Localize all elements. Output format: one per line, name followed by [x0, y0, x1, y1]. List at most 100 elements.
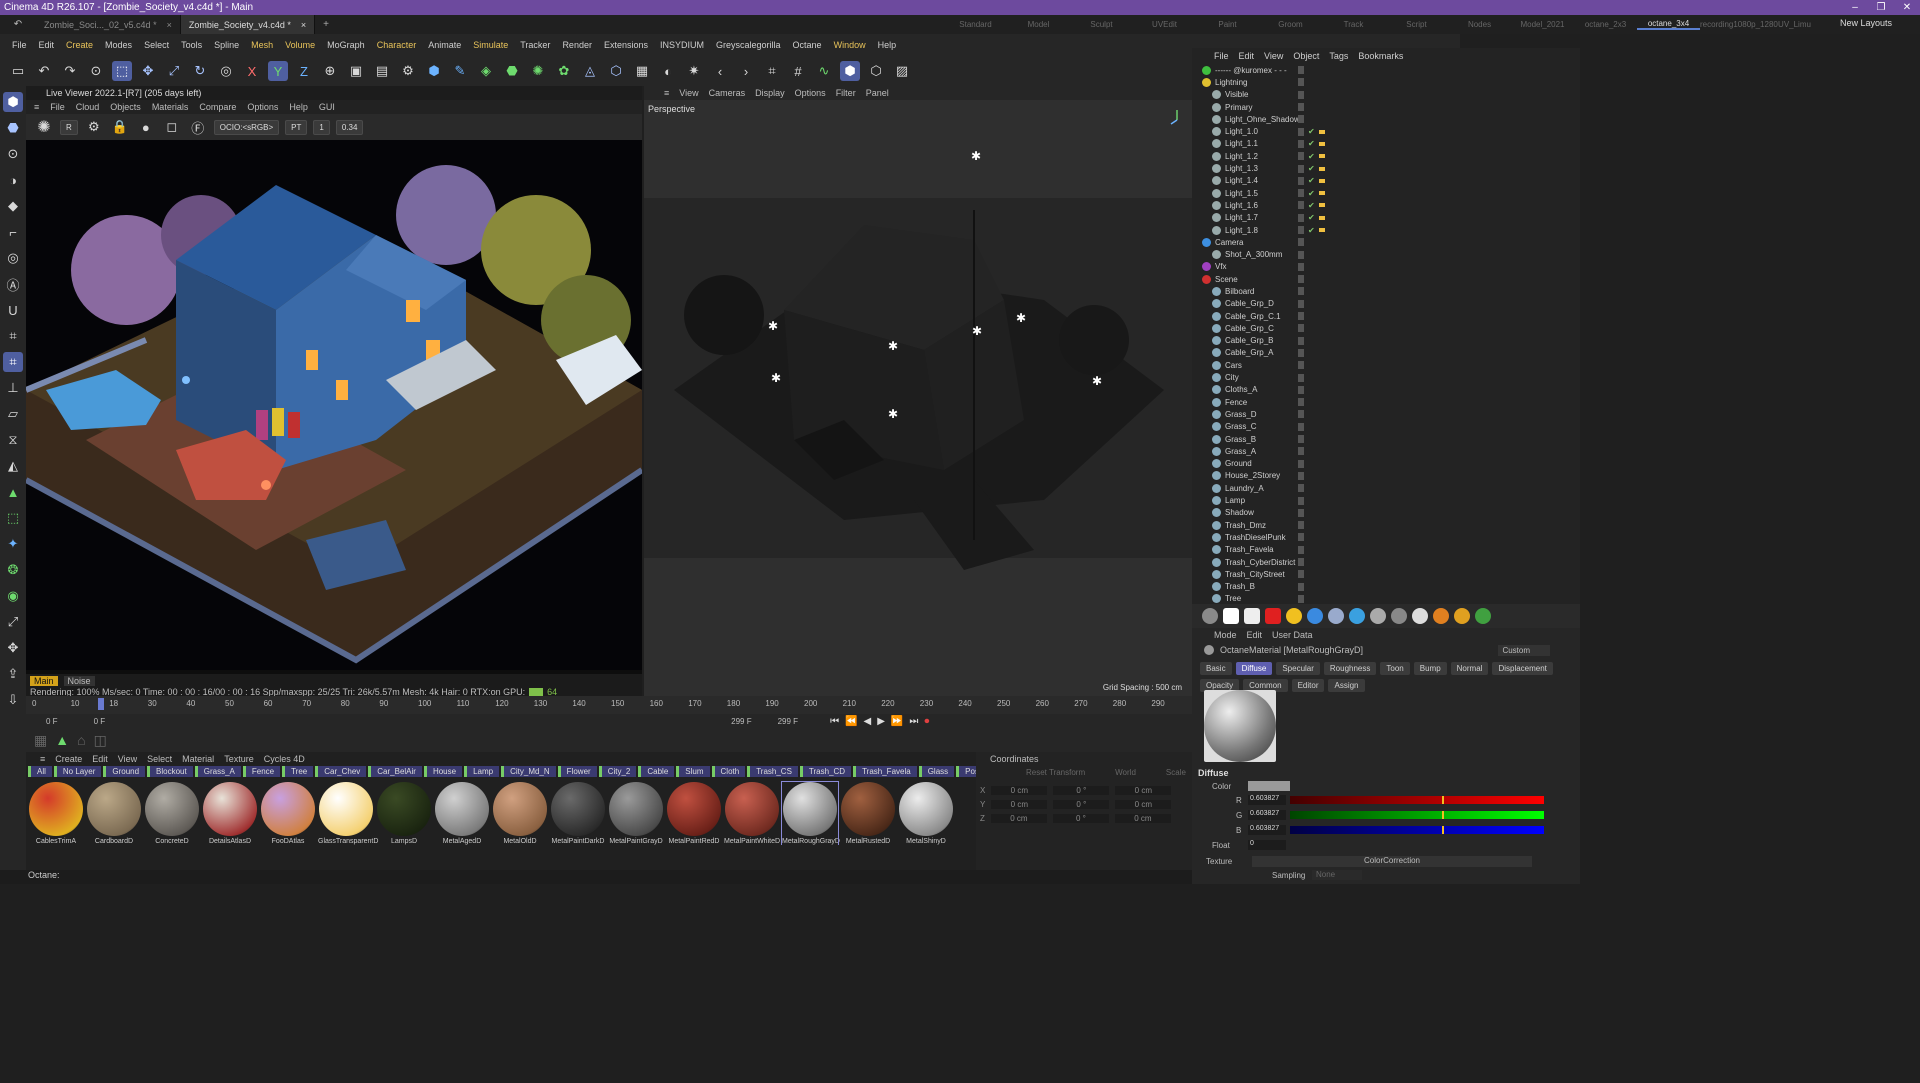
coord-field-r[interactable]: 0 ° [1052, 813, 1109, 823]
lv-menu-cloud[interactable]: Cloud [76, 102, 100, 112]
preset-dropdown[interactable]: Custom [1498, 644, 1550, 656]
warning-icon[interactable]: ▲ [55, 732, 69, 749]
glossy-material-icon[interactable] [1370, 608, 1386, 624]
menu-item-select[interactable]: Select [138, 40, 175, 50]
menu-item-file[interactable]: File [6, 40, 33, 50]
measure-icon[interactable]: ⤢ [3, 612, 23, 632]
menu-item-volume[interactable]: Volume [279, 40, 321, 50]
visibility-toggle[interactable] [1298, 176, 1304, 185]
texture-mode-icon[interactable]: ⬣ [3, 118, 23, 138]
check-icon[interactable]: ✔ [1308, 176, 1315, 185]
layout-tab[interactable]: Standard [944, 20, 1007, 29]
x-axis-icon[interactable]: X [242, 61, 262, 81]
layout-tab[interactable]: Model_2021 [1511, 20, 1574, 29]
object-row[interactable]: Trash_Dmz [1202, 519, 1580, 531]
object-row[interactable]: Lamp [1202, 494, 1580, 506]
menu-item-mograph[interactable]: MoGraph [321, 40, 371, 50]
object-row[interactable]: Trash_B [1202, 580, 1580, 592]
sphere-icon[interactable]: ● [136, 117, 156, 137]
float-field[interactable]: 0 [1248, 840, 1286, 850]
visibility-toggle[interactable] [1298, 398, 1304, 407]
xpresso-icon[interactable]: ⌂ [77, 732, 85, 749]
menu-item-extensions[interactable]: Extensions [598, 40, 654, 50]
menu-item-modes[interactable]: Modes [99, 40, 138, 50]
visibility-toggle[interactable] [1298, 435, 1304, 444]
tab-diffuse[interactable]: Diffuse [1235, 662, 1273, 675]
lv-menu-options[interactable]: Options [247, 102, 278, 112]
material-swatch[interactable]: MetalPaintGrayD [608, 782, 664, 845]
subdivision-icon[interactable]: ◈ [476, 61, 496, 81]
object-row[interactable]: Light_1.3 ✔ [1202, 162, 1580, 174]
check-icon[interactable]: ✔ [1308, 226, 1315, 235]
object-row[interactable]: Cable_Grp_C [1202, 322, 1580, 334]
object-row[interactable]: Light_1.8 ✔ [1202, 224, 1580, 236]
visibility-toggle[interactable] [1298, 152, 1304, 161]
vp-menu-display[interactable]: Display [755, 88, 785, 98]
check-icon[interactable]: ✔ [1308, 201, 1315, 210]
material-layer-tab[interactable]: Grass_A [194, 766, 241, 777]
reset-transform-button[interactable]: Reset Transform [1026, 768, 1085, 777]
material-layer-tab[interactable]: Car_BelAir [368, 766, 422, 777]
light-tag-icon[interactable] [1319, 178, 1325, 183]
material-layer-tab[interactable]: House [423, 766, 463, 777]
live-viewer-render[interactable] [26, 140, 642, 670]
layout-tab[interactable]: octane_2x3 [1574, 20, 1637, 29]
menu-item-greyscalegorilla[interactable]: Greyscalegorilla [710, 40, 787, 50]
menu-item-render[interactable]: Render [556, 40, 598, 50]
material-layer-tab[interactable]: Trash_CD [799, 766, 852, 777]
color-swatch[interactable] [1248, 781, 1290, 791]
diffuse-material-icon[interactable] [1412, 608, 1428, 624]
object-row[interactable]: Fence [1202, 396, 1580, 408]
fog-icon[interactable] [1349, 608, 1365, 624]
g-value-field[interactable]: 0.603827 [1248, 810, 1286, 820]
scene-icon[interactable]: ⬡ [606, 61, 626, 81]
material-layer-tab[interactable]: All [28, 766, 52, 777]
object-row[interactable]: Shot_A_300mm [1202, 248, 1580, 260]
visibility-toggle[interactable] [1298, 558, 1304, 567]
material-layer-tab[interactable]: Car_Chev [315, 766, 367, 777]
fcurve-icon[interactable]: ∿ [814, 61, 834, 81]
menu-item-help[interactable]: Help [872, 40, 903, 50]
visibility-toggle[interactable] [1298, 348, 1304, 357]
grid-snap-icon[interactable]: # [788, 61, 808, 81]
object-row[interactable]: Light_1.5 ✔ [1202, 187, 1580, 199]
visibility-toggle[interactable] [1298, 545, 1304, 554]
light-icon[interactable] [1223, 608, 1239, 624]
obj-menu-object[interactable]: Object [1293, 51, 1319, 61]
coord-field-s[interactable]: 0 cm [1115, 785, 1172, 795]
material-swatch[interactable]: GlassTransparentD [318, 782, 378, 845]
material-layer-tab[interactable]: Cloth [711, 766, 746, 777]
visibility-toggle[interactable] [1298, 594, 1304, 603]
camera-icon[interactable] [1265, 608, 1281, 624]
object-row[interactable]: Primary [1202, 101, 1580, 113]
snap-icon[interactable]: ⌗ [762, 61, 782, 81]
object-row[interactable]: Ground [1202, 458, 1580, 470]
material-swatch[interactable]: MetalRoughGrayD [781, 781, 840, 845]
kernel-select[interactable]: PT [285, 119, 308, 135]
cube-icon[interactable]: ⬢ [424, 61, 444, 81]
coord-field-r[interactable]: 0 ° [1053, 785, 1110, 795]
g-slider[interactable] [1290, 811, 1544, 819]
tab-normal[interactable]: Normal [1450, 662, 1489, 675]
cloner-icon[interactable]: ✺ [528, 61, 548, 81]
lv-menu-compare[interactable]: Compare [199, 102, 236, 112]
light-tag-icon[interactable] [1319, 154, 1325, 159]
record-icon[interactable]: ⏺ [924, 716, 929, 727]
specular-material-icon[interactable] [1391, 608, 1407, 624]
value-field-1[interactable]: 1 [313, 119, 330, 135]
keyframe-icon[interactable]: ▦ [34, 732, 47, 749]
object-row[interactable]: Light_Ohne_Shadow [1202, 113, 1580, 125]
tab-editor[interactable]: Editor [1291, 679, 1325, 692]
coord-field-p[interactable]: 0 cm [991, 799, 1048, 809]
material-layer-tab[interactable]: City_2 [598, 766, 637, 777]
mm-menu-view[interactable]: View [118, 754, 137, 764]
check-icon[interactable]: ✔ [1308, 152, 1315, 161]
visibility-toggle[interactable] [1298, 373, 1304, 382]
rotate-icon[interactable]: ↻ [190, 61, 210, 81]
visibility-toggle[interactable] [1298, 189, 1304, 198]
tab-toon[interactable]: Toon [1380, 662, 1410, 675]
workplane-icon[interactable]: ⌗ [3, 326, 23, 346]
play-icon[interactable]: ▶ [877, 716, 885, 727]
visibility-toggle[interactable] [1298, 90, 1304, 99]
focus-icon[interactable]: Ⓕ [188, 117, 208, 137]
